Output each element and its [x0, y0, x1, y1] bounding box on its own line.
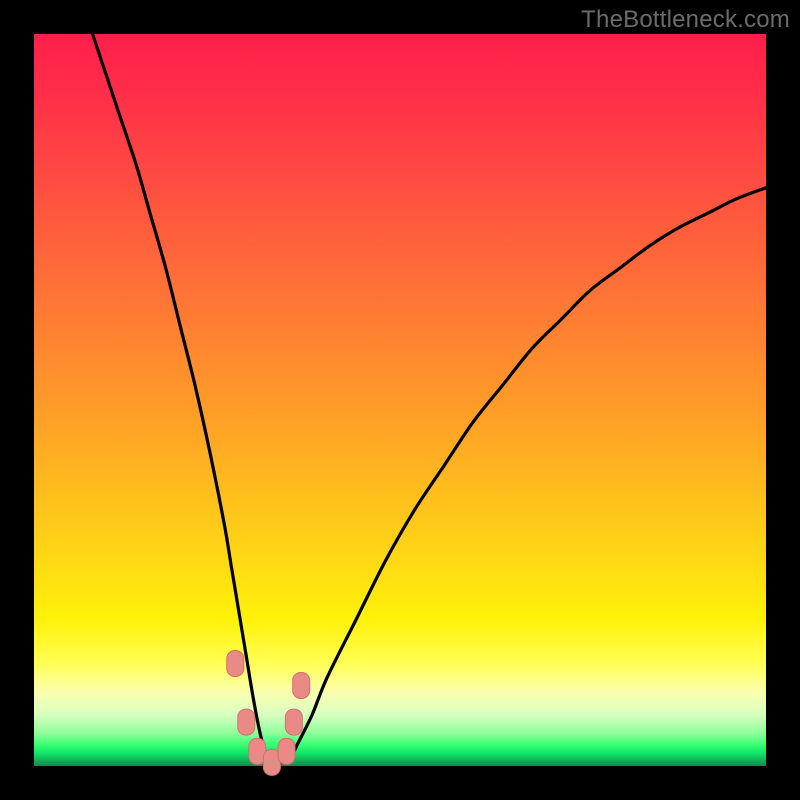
plot-area — [34, 34, 766, 766]
chart-frame: TheBottleneck.com — [0, 0, 800, 800]
attribution-label: TheBottleneck.com — [581, 6, 790, 34]
curve-marker — [227, 651, 244, 677]
curve-marker — [238, 709, 255, 735]
bottleneck-curve — [93, 34, 766, 763]
curve-layer — [34, 34, 766, 766]
curve-marker — [285, 709, 302, 735]
curve-marker — [278, 738, 295, 764]
curve-markers — [227, 651, 310, 776]
curve-marker — [293, 672, 310, 698]
